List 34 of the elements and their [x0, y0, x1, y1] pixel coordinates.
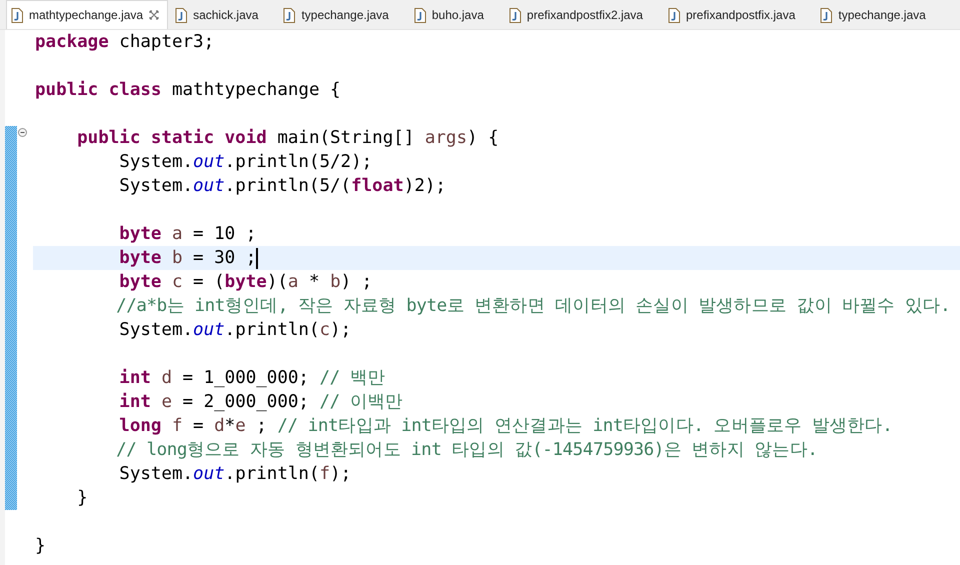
code-line: //a*b는 int형인데, 작은 자료형 byte로 변환하면 데이터의 손실이 발생하므로 값이 바뀔수 있다. [115, 295, 950, 318]
file-tab[interactable]: typechange.java [278, 0, 407, 29]
file-tab[interactable]: typechange.java [815, 0, 944, 29]
code-line: package chapter3; [35, 31, 214, 54]
java-file-icon [668, 8, 680, 22]
code-line: System.out.println(c); [118, 319, 352, 342]
file-tab[interactable]: mathtypechange.java [6, 0, 168, 29]
java-file-icon [508, 8, 521, 22]
code-line: int d = 1_000_000; // 백만 [118, 367, 386, 390]
code-line: public class mathtypechange { [35, 79, 341, 102]
file-tab[interactable]: buho.java [408, 0, 502, 29]
file-tab[interactable]: prefixandpostfix2.java [504, 0, 661, 29]
code-line: long f = d*e ; // int타입과 int타입의 연산결과는 int타입이다. 오버플로우 발생한다. [118, 415, 892, 438]
java-file-icon [283, 8, 296, 22]
code-line: byte c = (byte)(a * b) ; [118, 271, 372, 294]
code-line: byte a = 10 ; [118, 223, 256, 246]
file-tab[interactable]: sachick.java [170, 0, 276, 29]
close-icon[interactable] [149, 10, 160, 20]
code-line: System.out.println(5/(float)2); [118, 175, 446, 198]
code-line: public static void main(String[] args) { [76, 127, 499, 150]
code-line: } [76, 487, 88, 510]
file-tab[interactable]: prefixandpostfix.java [662, 0, 814, 29]
code-line: byte b = 30 ; [118, 247, 256, 270]
code-line: } [35, 535, 46, 558]
collapse-icon[interactable] [18, 128, 27, 137]
java-file-icon [11, 8, 23, 22]
code-line: // long형으로 자동 형변환되어도 int 타입의 값(-1454759936)은 변하지 않는다. [115, 439, 818, 462]
java-file-icon [414, 8, 426, 22]
text-cursor [256, 248, 258, 268]
code-line: int e = 2_000_000; // 이백만 [118, 391, 403, 414]
code-line: System.out.println(5/2); [118, 151, 372, 174]
code-line: System.out.println(f); [118, 463, 352, 486]
java-file-icon [175, 8, 188, 22]
java-file-icon [820, 8, 832, 22]
